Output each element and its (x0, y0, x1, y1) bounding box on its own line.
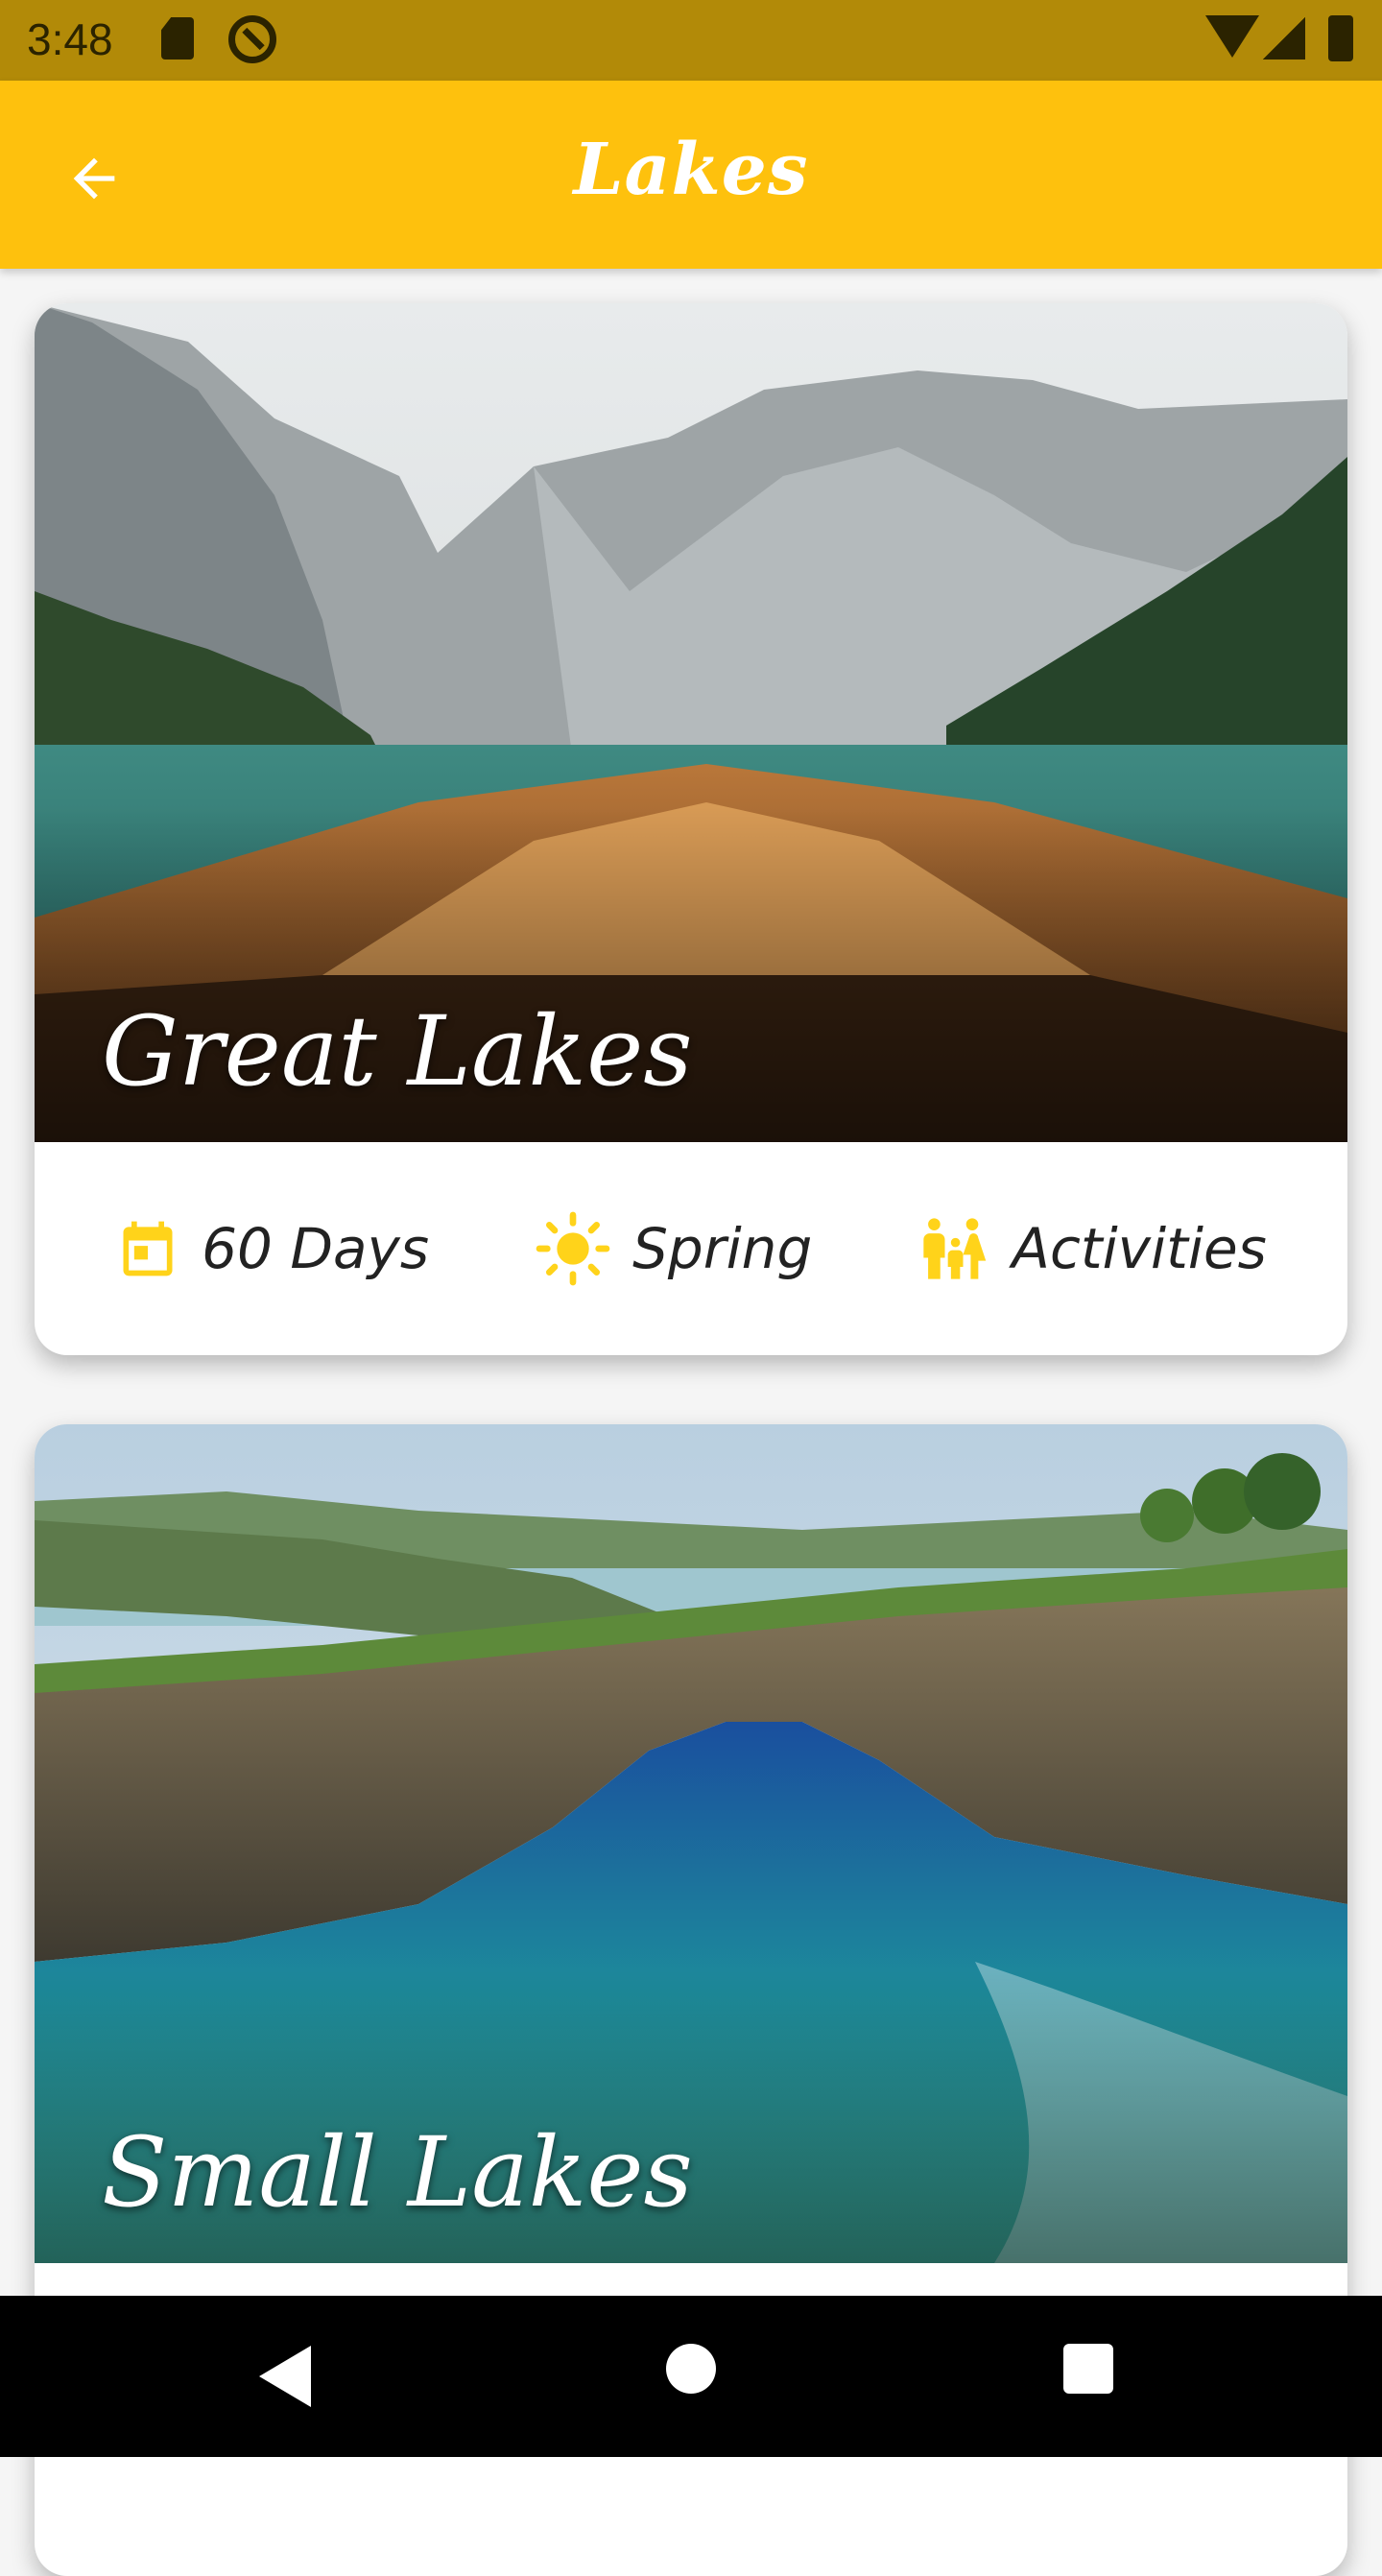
info-activities: Activities (917, 1212, 1267, 1285)
page-title: Lakes (573, 129, 809, 211)
duration-label: 60 Days (202, 1216, 430, 1281)
status-time: 3:48 (27, 14, 113, 64)
home-circle-icon[interactable] (666, 2344, 716, 2394)
sd-card-icon (161, 17, 194, 60)
card-image: Small Lakes (35, 1424, 1347, 2263)
card-title: Great Lakes (102, 995, 693, 1108)
season-label: Spring (632, 1216, 813, 1281)
info-season: Spring (535, 1210, 812, 1287)
card-info-row: 60 Days Spring Activities (35, 1142, 1347, 1355)
wifi-icon (1205, 15, 1259, 58)
info-duration: 60 Days (115, 1216, 429, 1281)
back-triangle-icon[interactable] (259, 2346, 311, 2407)
card-title: Small Lakes (102, 2116, 693, 2229)
card-image: Great Lakes (35, 303, 1347, 1142)
calendar-icon (123, 1221, 173, 1276)
app-bar: Lakes (0, 81, 1382, 269)
signal-icon (1263, 17, 1305, 60)
activities-label: Activities (1012, 1216, 1267, 1281)
at-sign-icon (228, 15, 276, 63)
family-icon (923, 1218, 987, 1279)
battery-icon (1328, 15, 1353, 61)
recents-square-icon[interactable] (1063, 2344, 1113, 2394)
sun-icon (536, 1211, 610, 1286)
lake-card-great-lakes[interactable]: Great Lakes 60 Days Spring Activities (35, 303, 1347, 1355)
status-bar: 3:48 (0, 0, 1382, 81)
system-nav-bar (0, 2296, 1382, 2457)
